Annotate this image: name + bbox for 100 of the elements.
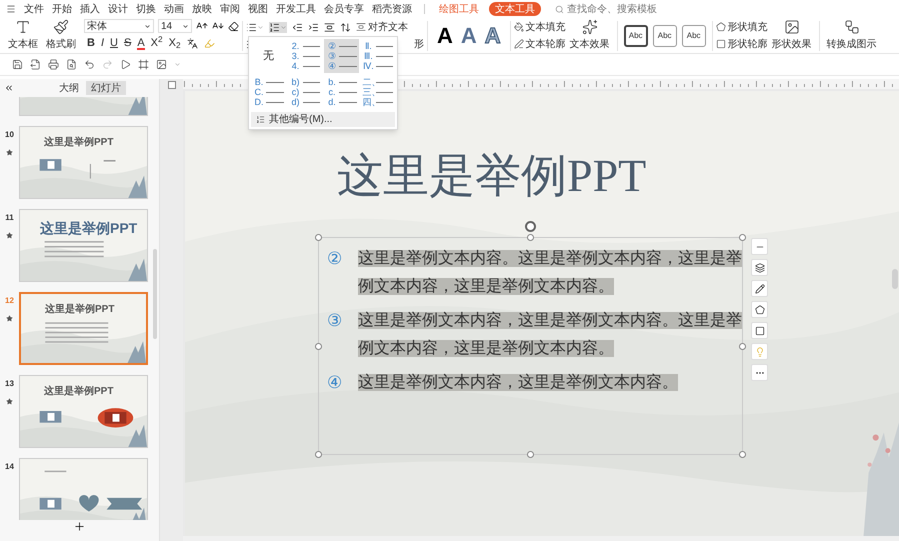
slide-thumbnail[interactable]: 这里是举例PPT (19, 375, 148, 448)
shape-style-preview[interactable]: Abc (652, 24, 677, 46)
convert-button[interactable]: 转换成图示 (822, 18, 881, 52)
text-box-icon (15, 19, 31, 35)
shape-style-preview[interactable]: Abc (624, 24, 648, 46)
menu-tab[interactable]: 放映 (192, 2, 212, 16)
float-tool-button[interactable] (751, 259, 768, 276)
square-icon (716, 39, 726, 49)
text-box-button[interactable]: 文本框 (4, 18, 42, 52)
image-icon[interactable] (156, 59, 167, 70)
slide-number: 10 (5, 129, 14, 141)
plus-icon (73, 520, 86, 533)
text-direction-button[interactable]: 形 (414, 36, 424, 52)
text-outline-button[interactable]: 文本轮廓 (514, 36, 566, 52)
more-numbering-item[interactable]: 其他编号(M)... (251, 112, 395, 127)
indent-decrease-icon[interactable] (292, 22, 303, 32)
caret-icon[interactable] (257, 24, 264, 30)
format-button[interactable]: X$_{2}$ (168, 35, 181, 52)
align-text-button[interactable]: 对齐文本 (356, 20, 408, 34)
shape-effect-button[interactable]: 形状效果 (768, 18, 816, 52)
format-button[interactable]: S (124, 35, 132, 52)
slide-thumbnail[interactable]: 这里是举例PPT (19, 209, 148, 282)
shape-outline-button[interactable]: 形状轮廓 (716, 36, 768, 52)
menu-icon[interactable] (6, 4, 16, 14)
paintbrush-icon (53, 19, 69, 35)
menu-tab[interactable]: 视图 (248, 2, 268, 16)
slide-number: 13 (5, 378, 14, 390)
pencil-icon (754, 284, 764, 294)
format-painter-button[interactable]: 格式刷 (42, 18, 80, 52)
text-effect-button[interactable]: 文本效果 (566, 18, 614, 52)
slide-thumbnail[interactable]: 这里是举例PPT (19, 126, 148, 199)
menu-tab[interactable]: 开发工具 (276, 2, 316, 16)
panel-tab[interactable]: 大纲 (54, 81, 84, 95)
menu-tab[interactable]: 动画 (164, 2, 184, 16)
numbering-button[interactable] (269, 22, 287, 32)
context-tab[interactable]: 文本工具 (489, 2, 541, 16)
slide-thumbnail[interactable]: 这里是举例PPT (19, 292, 148, 365)
frame-icon[interactable] (138, 59, 149, 70)
format-button[interactable]: X$^{2}$ (150, 35, 163, 52)
add-slide-button[interactable] (73, 520, 86, 533)
menu-tab[interactable]: 设计 (108, 2, 128, 16)
eraser-icon[interactable] (228, 20, 239, 32)
export-icon[interactable] (30, 59, 41, 70)
text-style-preview[interactable]: A (460, 24, 477, 46)
font-select[interactable]: 宋体 (84, 19, 154, 34)
save-icon[interactable] (12, 59, 23, 70)
menu-tab[interactable]: 稻壳资源 (372, 2, 412, 16)
shape-fill-button[interactable]: 形状填充 (716, 20, 768, 34)
context-tab[interactable]: 绘图工具 (437, 2, 481, 16)
layers-icon (754, 262, 764, 272)
float-tool-button[interactable] (751, 301, 768, 318)
caret-icon[interactable] (174, 61, 181, 68)
undo-icon[interactable] (84, 59, 95, 70)
float-tool-button[interactable] (751, 322, 768, 339)
line-spacing-icon[interactable] (340, 22, 351, 32)
pentagon-icon (754, 304, 764, 314)
text-effect-icon (582, 19, 598, 35)
phonetic-icon[interactable] (186, 38, 198, 49)
play-icon[interactable] (120, 59, 131, 70)
slide-title: 这里是举例PPT (40, 219, 138, 238)
format-button[interactable]: U (110, 35, 118, 52)
format-button[interactable]: I (100, 35, 104, 52)
shape-style-preview[interactable]: Abc (682, 24, 706, 46)
search-field[interactable]: 查找命令、搜索模板 (555, 2, 657, 16)
panel-tab[interactable]: 幻灯片 (86, 81, 126, 95)
menu-tab[interactable]: 插入 (80, 2, 100, 16)
list-number: ③ (327, 310, 343, 332)
print-icon[interactable] (48, 59, 59, 70)
slide-title: 这里是举例PPT (44, 384, 114, 399)
format-button[interactable]: A (137, 38, 145, 50)
outline-icon (514, 39, 524, 49)
scrollbar-thumb[interactable] (892, 269, 898, 289)
menu-tab[interactable]: 文件 (24, 2, 44, 16)
list-number: ④ (327, 372, 343, 394)
menu-tab[interactable]: 切换 (136, 2, 156, 16)
caret-icon (182, 22, 189, 30)
menu-tab[interactable]: 审阅 (220, 2, 240, 16)
preview-icon[interactable] (66, 59, 77, 70)
float-tool-button[interactable] (751, 280, 768, 297)
slide-title: 这里是举例PPT (44, 135, 114, 150)
list-item-text: 这里是举例文本内容，这里是举例文本内容。 (358, 372, 679, 393)
menu-tab[interactable]: 开始 (52, 2, 72, 16)
pentagon-icon (716, 22, 726, 32)
collapse-icon[interactable] (4, 83, 14, 93)
text-fill-button[interactable]: 文本填充 (514, 20, 566, 34)
fill-icon (514, 22, 524, 32)
numbering-icon (256, 115, 265, 124)
paragraph-spacing-icon[interactable] (324, 22, 335, 32)
numbering-icon (269, 22, 280, 32)
font-size-select[interactable]: 14 (158, 19, 192, 34)
indent-increase-icon[interactable] (308, 22, 319, 32)
square-icon (754, 326, 764, 336)
format-button[interactable]: B (87, 35, 95, 52)
list-number: ② (327, 248, 343, 270)
diagram-icon (844, 19, 860, 35)
scrollbar-thumb[interactable] (153, 249, 157, 339)
slide-title: 这里是举例PPT (337, 149, 648, 203)
slide-number: 11 (5, 212, 14, 224)
menu-tab[interactable]: 会员专享 (324, 2, 364, 16)
text-style-preview[interactable]: A (437, 24, 453, 46)
